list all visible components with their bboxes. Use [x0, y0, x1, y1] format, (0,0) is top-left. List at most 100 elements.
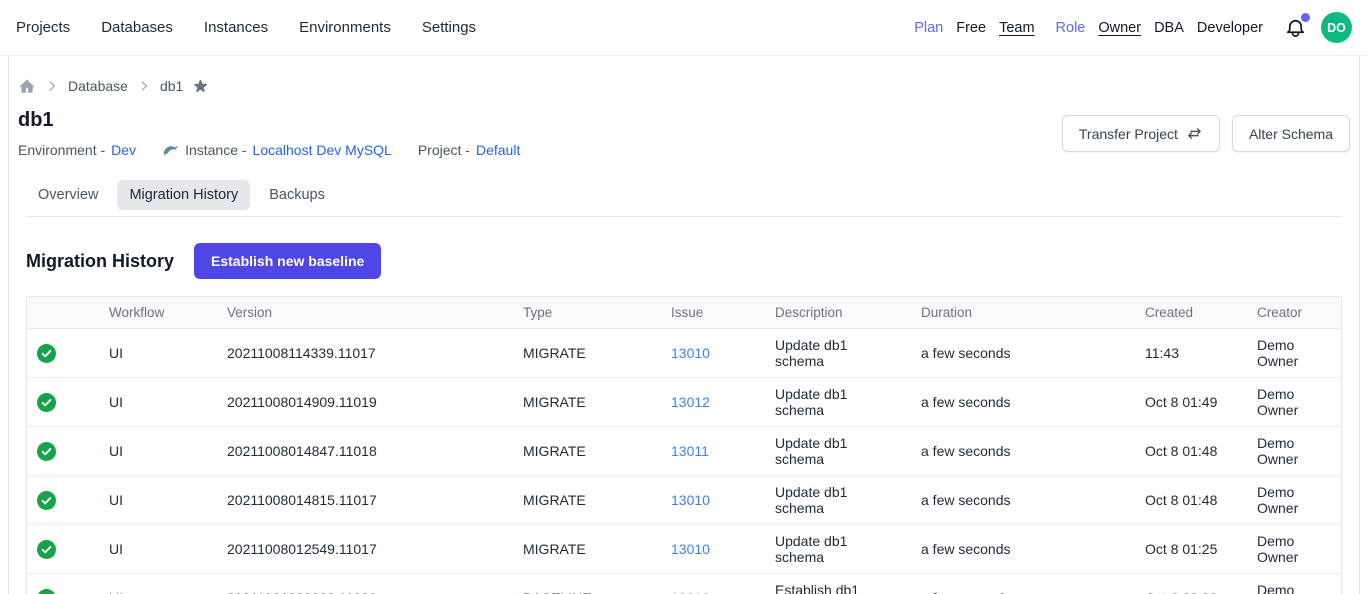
breadcrumb-database[interactable]: Database [68, 78, 128, 94]
created-cell: Oct 8 01:48 [1133, 427, 1245, 476]
notification-dot [1301, 13, 1310, 22]
success-check-icon [37, 540, 85, 559]
instance-label: Instance - [185, 142, 246, 158]
creator-cell: Demo Owner [1245, 476, 1342, 525]
tabs-bar: Overview Migration History Backups [26, 180, 1342, 217]
role-owner[interactable]: Owner [1098, 20, 1141, 36]
col-workflow: Workflow [97, 297, 215, 329]
col-description: Description [763, 297, 909, 329]
created-cell: Oct 8 01:49 [1133, 378, 1245, 427]
home-icon[interactable] [18, 77, 36, 95]
table-row[interactable]: UI 20211008114339.11017 MIGRATE 13010 Up… [27, 329, 1342, 378]
table-row[interactable]: UI 20211008014909.11019 MIGRATE 13012 Up… [27, 378, 1342, 427]
duration-cell: a few seconds [909, 329, 1133, 378]
workflow-cell: UI [97, 427, 215, 476]
tab-overview[interactable]: Overview [26, 180, 110, 210]
issue-link[interactable]: 13011 [671, 443, 709, 459]
table-header-row: Workflow Version Type Issue Description … [27, 297, 1342, 329]
role-developer[interactable]: Developer [1197, 20, 1263, 36]
duration-cell: a few seconds [909, 574, 1133, 594]
header-actions: Transfer Project Alter Schema [1062, 115, 1350, 152]
workflow-cell: UI [97, 378, 215, 427]
nav-environments[interactable]: Environments [299, 19, 391, 36]
type-cell: MIGRATE [511, 378, 659, 427]
version-cell: 20211008012549.11017 [215, 525, 511, 574]
type-cell: MIGRATE [511, 525, 659, 574]
notification-bell-button[interactable] [1282, 15, 1308, 41]
nav-databases[interactable]: Databases [101, 19, 173, 36]
status-cell [27, 378, 97, 427]
description-cell: Update db1 schema [763, 378, 909, 427]
environment-link[interactable]: Dev [111, 142, 136, 158]
instance-link[interactable]: Localhost Dev MySQL [253, 142, 392, 158]
project-link[interactable]: Default [476, 142, 520, 158]
transfer-project-label: Transfer Project [1079, 126, 1178, 142]
issue-link[interactable]: 13012 [671, 394, 710, 410]
table-row[interactable]: UI 20211008014847.11018 MIGRATE 13011 Up… [27, 427, 1342, 476]
success-check-icon [37, 393, 85, 412]
plan-team[interactable]: Team [999, 20, 1034, 36]
type-cell: MIGRATE [511, 476, 659, 525]
success-check-icon [37, 589, 85, 594]
status-cell [27, 574, 97, 594]
account-cluster: Plan Free Team Role Owner DBA Developer … [914, 12, 1352, 43]
table-row[interactable]: UI 20211008014815.11017 MIGRATE 13010 Up… [27, 476, 1342, 525]
issue-link[interactable]: 13010 [671, 345, 710, 361]
issue-cell: 13013 [659, 574, 763, 594]
description-cell: Establish db1 baseline [763, 574, 909, 594]
col-creator: Creator [1245, 297, 1342, 329]
database-info-row: Environment - Dev Instance - Localhost D… [18, 141, 520, 158]
table-row[interactable]: UI 20211006233228.11020 BASELINE 13013 E… [27, 574, 1342, 594]
tab-backups[interactable]: Backups [257, 180, 337, 210]
col-type: Type [511, 297, 659, 329]
workflow-cell: UI [97, 574, 215, 594]
establish-baseline-button[interactable]: Establish new baseline [194, 243, 381, 279]
nav-instances[interactable]: Instances [204, 19, 268, 36]
issue-link[interactable]: 13010 [671, 492, 710, 508]
success-check-icon [37, 442, 85, 461]
mysql-dolphin-icon [162, 141, 179, 158]
description-cell: Update db1 schema [763, 525, 909, 574]
alter-schema-button[interactable]: Alter Schema [1232, 115, 1350, 152]
success-check-icon [37, 491, 85, 510]
type-cell: MIGRATE [511, 427, 659, 476]
issue-cell: 13012 [659, 378, 763, 427]
plan-free[interactable]: Free [956, 20, 986, 36]
top-navigation: Projects Databases Instances Environment… [0, 0, 1368, 56]
duration-cell: a few seconds [909, 427, 1133, 476]
col-created: Created [1133, 297, 1245, 329]
nav-projects[interactable]: Projects [16, 19, 70, 36]
status-cell [27, 329, 97, 378]
role-dba[interactable]: DBA [1154, 20, 1184, 36]
issue-link[interactable]: 13013 [671, 590, 710, 594]
workflow-cell: UI [97, 476, 215, 525]
nav-settings[interactable]: Settings [422, 19, 476, 36]
type-cell: MIGRATE [511, 329, 659, 378]
creator-cell: Demo Owner [1245, 329, 1342, 378]
transfer-project-button[interactable]: Transfer Project [1062, 115, 1220, 152]
tab-migration-history[interactable]: Migration History [117, 180, 250, 210]
created-cell: Oct 8 01:48 [1133, 476, 1245, 525]
chevron-right-icon [45, 79, 59, 93]
type-cell: BASELINE [511, 574, 659, 594]
col-version: Version [215, 297, 511, 329]
version-cell: 20211008114339.11017 [215, 329, 511, 378]
version-cell: 20211008014909.11019 [215, 378, 511, 427]
description-cell: Update db1 schema [763, 427, 909, 476]
star-icon[interactable] [192, 78, 209, 95]
created-cell: Oct 6 23:32 [1133, 574, 1245, 594]
col-duration: Duration [909, 297, 1133, 329]
table-row[interactable]: UI 20211008012549.11017 MIGRATE 13010 Up… [27, 525, 1342, 574]
description-cell: Update db1 schema [763, 329, 909, 378]
issue-link[interactable]: 13010 [671, 541, 710, 557]
section-title: Migration History [26, 251, 174, 272]
success-check-icon [37, 344, 85, 363]
creator-cell: Demo Owner [1245, 525, 1342, 574]
main-menu: Projects Databases Instances Environment… [16, 19, 476, 36]
plan-label: Plan [914, 20, 943, 36]
avatar[interactable]: DO [1321, 12, 1352, 43]
chevron-right-icon [137, 79, 151, 93]
col-issue: Issue [659, 297, 763, 329]
breadcrumb-db1[interactable]: db1 [160, 78, 183, 94]
duration-cell: a few seconds [909, 476, 1133, 525]
